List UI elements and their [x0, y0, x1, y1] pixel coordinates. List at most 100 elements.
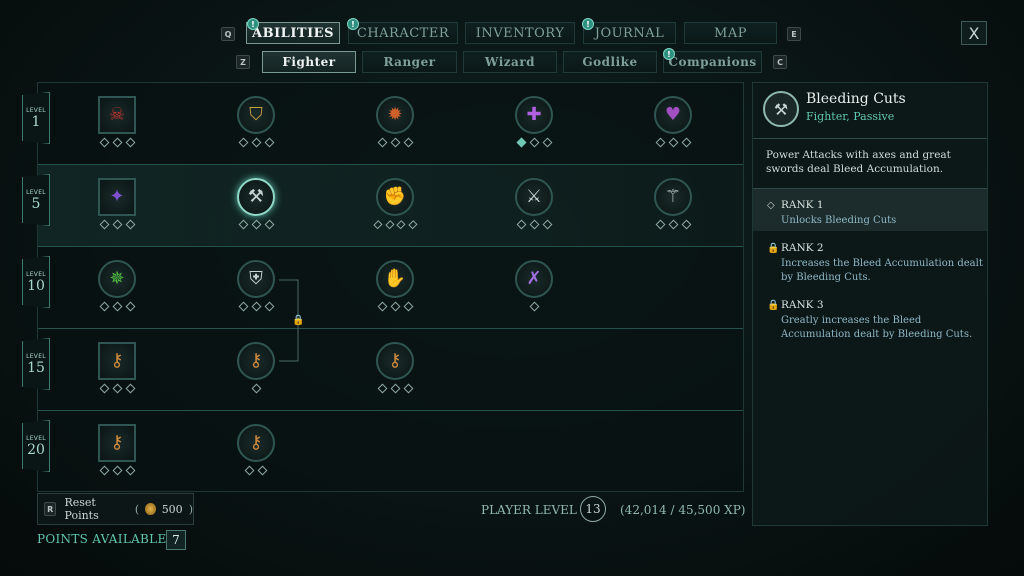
- rank-pip: [373, 220, 383, 229]
- rank-pip: [125, 465, 135, 476]
- rank-pip: [403, 383, 413, 394]
- rank-pip: [390, 137, 400, 148]
- rank-1-title: RANK 1: [781, 199, 824, 211]
- skill-node[interactable]: ⚷: [97, 342, 137, 402]
- rank-pip: [238, 301, 248, 312]
- detail-divider: [753, 138, 987, 139]
- tab-abilities[interactable]: ABILITIES: [246, 22, 340, 44]
- skill-rank-pips: [375, 301, 415, 313]
- rank-pip: [390, 383, 400, 394]
- player-level-value: 13: [580, 496, 606, 522]
- skill-node[interactable]: ♥: [653, 96, 693, 156]
- rank-pip: [377, 383, 387, 394]
- skill-node[interactable]: ✊: [373, 178, 417, 238]
- tab-journal-alert-icon: !: [582, 18, 594, 30]
- tab-abilities-alert-icon: !: [247, 18, 259, 30]
- flame-shield-icon: ✹: [387, 104, 403, 125]
- skill-frame: ⚒: [237, 178, 275, 216]
- skill-node[interactable]: ✹: [375, 96, 415, 156]
- rank-pip: [257, 465, 268, 476]
- skill-frame: ✊: [376, 178, 414, 216]
- rank-2: 🔒 RANK 2 Increases the Bleed Accumulatio…: [763, 242, 983, 285]
- level-badge-1: LEVEL 1: [22, 92, 50, 144]
- subtab-companions-label: Companions: [668, 55, 757, 69]
- subtab-ranger[interactable]: Ranger: [362, 51, 457, 73]
- rank-pip: [112, 383, 122, 394]
- skill-rank-pips: [236, 465, 276, 477]
- skill-node[interactable]: ⛉: [236, 96, 276, 156]
- tab-character[interactable]: CHARACTER: [348, 22, 458, 44]
- tab-abilities-label: ABILITIES: [252, 25, 334, 41]
- gauntlet-icon: ✋: [383, 268, 407, 289]
- subtab-wizard-label: Wizard: [484, 55, 536, 69]
- player-level-label: PLAYER LEVEL: [481, 503, 577, 517]
- skill-node[interactable]: ✚: [514, 96, 554, 156]
- rank-pip: [112, 219, 122, 230]
- skill-rank-pips: [97, 219, 137, 231]
- level-badge-20: LEVEL 20: [22, 420, 50, 472]
- rank-pip: [542, 137, 552, 148]
- skill-node[interactable]: ✵: [97, 260, 137, 320]
- skill-frame: ✋: [376, 260, 414, 298]
- skill-node[interactable]: ⚷: [236, 342, 276, 402]
- rank-pip: [516, 219, 526, 230]
- skill-rank-pips: [375, 383, 415, 395]
- skill-node[interactable]: ✋: [375, 260, 415, 320]
- skill-node[interactable]: ⚒: [236, 178, 276, 238]
- ability-description: Power Attacks with axes and great swords…: [766, 149, 951, 175]
- battle-axe-icon: ⚚: [664, 186, 682, 207]
- skill-frame: ⚷: [98, 342, 136, 380]
- tab-inventory[interactable]: INVENTORY: [465, 22, 575, 44]
- skill-node[interactable]: ⚷: [236, 424, 276, 484]
- tier-row-20: [38, 411, 743, 493]
- level-badge-label: LEVEL: [26, 106, 46, 114]
- rank-pip: [99, 465, 109, 476]
- reset-points-button[interactable]: R Reset Points ( 500 ): [37, 493, 194, 525]
- skill-node[interactable]: ⛨: [236, 260, 276, 320]
- skill-frame: ✦: [98, 178, 136, 216]
- skill-rank-pips: [514, 137, 554, 149]
- skill-node[interactable]: ⚚: [653, 178, 693, 238]
- ability-detail-panel: ⚒ Bleeding Cuts Fighter, Passive Power A…: [752, 82, 988, 526]
- skill-node[interactable]: ⚷: [375, 342, 415, 402]
- rank-pip: [112, 137, 122, 148]
- tab-journal[interactable]: JOURNAL: [583, 22, 676, 44]
- skill-node[interactable]: ☠: [97, 96, 137, 156]
- skill-node[interactable]: ⚔: [514, 178, 554, 238]
- key-e-hint: E: [787, 27, 801, 41]
- skill-rank-pips: [236, 301, 276, 313]
- reset-cost-close: ): [188, 502, 193, 516]
- skill-frame: ⚚: [654, 178, 692, 216]
- locked-warrior-icon: ⚷: [249, 432, 263, 453]
- rank-pip: [529, 137, 539, 148]
- skill-node[interactable]: ✗: [514, 260, 554, 320]
- skill-frame: ⛨: [237, 260, 275, 298]
- subtab-companions[interactable]: Companions: [663, 51, 762, 73]
- skill-node[interactable]: ✦: [97, 178, 137, 238]
- rank-pip: [125, 301, 135, 312]
- subtab-companions-alert-icon: !: [663, 48, 675, 60]
- subtab-godlike[interactable]: Godlike: [563, 51, 657, 73]
- rank-pip: [99, 301, 109, 312]
- rank-pip: [681, 219, 691, 230]
- locked-gauntlet-icon: ⚷: [388, 350, 402, 371]
- tab-map-label: MAP: [714, 25, 747, 41]
- tab-map[interactable]: MAP: [684, 22, 777, 44]
- skill-rank-pips: [236, 137, 276, 149]
- skill-node[interactable]: ⚷: [97, 424, 137, 484]
- locked-shield-icon: ⚷: [249, 350, 263, 371]
- rank-2-title: RANK 2: [781, 242, 824, 254]
- rank-pip: [251, 219, 261, 230]
- reset-points-label: Reset Points: [64, 496, 99, 522]
- green-flame-icon: ✵: [109, 268, 125, 289]
- level-badge-label: LEVEL: [26, 270, 46, 278]
- subtab-godlike-label: Godlike: [582, 55, 638, 69]
- close-button[interactable]: X: [961, 21, 987, 45]
- subtab-fighter[interactable]: Fighter: [262, 51, 356, 73]
- rank-pip: [668, 219, 678, 230]
- rank-pip: [99, 383, 109, 394]
- skill-rank-pips: [97, 465, 137, 477]
- skill-frame: ⚷: [237, 424, 275, 462]
- subtab-wizard[interactable]: Wizard: [463, 51, 557, 73]
- points-available-count: 7: [166, 530, 186, 550]
